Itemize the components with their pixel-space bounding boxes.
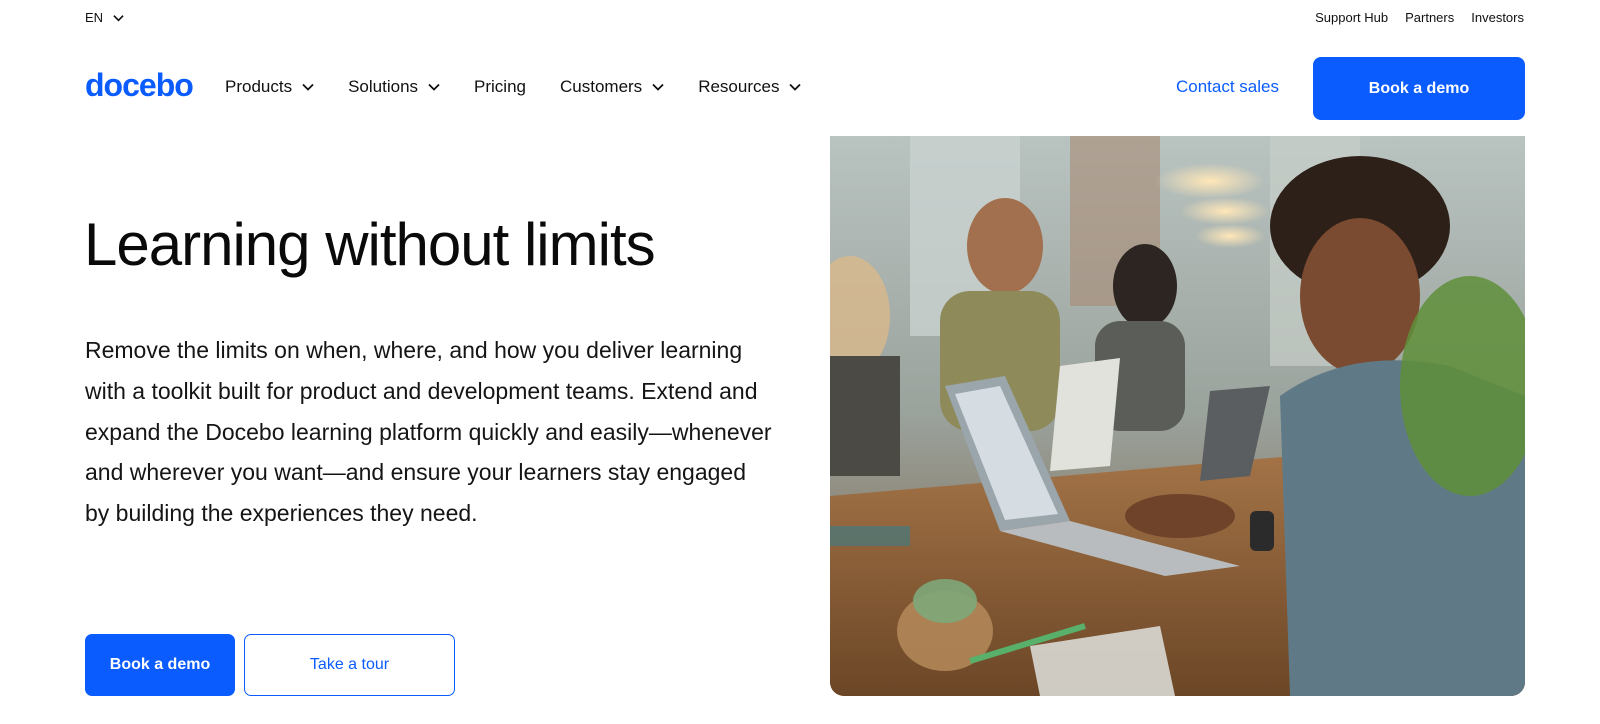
chevron-down-icon (302, 83, 314, 91)
nav-menu: Products Solutions Pricing Customers Res… (225, 77, 802, 97)
docebo-logo[interactable]: docebo (85, 67, 194, 104)
chevron-down-icon (113, 14, 124, 21)
hero-book-demo-button[interactable]: Book a demo (85, 634, 235, 696)
language-label: EN (85, 10, 104, 25)
hero-title: Learning without limits (84, 211, 656, 278)
language-selector[interactable]: EN (85, 10, 124, 25)
book-demo-button[interactable]: Book a demo (1313, 57, 1525, 120)
nav-item-label: Pricing (474, 77, 526, 96)
hero-description: Remove the limits on when, where, and ho… (85, 337, 772, 527)
nav-item-label: Customers (560, 77, 643, 96)
nav-item-customers[interactable]: Customers (560, 77, 664, 97)
people-with-laptops-illustration (830, 136, 1525, 696)
investors-link[interactable]: Investors (1471, 10, 1524, 25)
take-tour-button[interactable]: Take a tour (244, 634, 455, 696)
support-hub-link[interactable]: Support Hub (1315, 10, 1388, 25)
chevron-down-icon (428, 83, 440, 91)
partners-link[interactable]: Partners (1405, 10, 1454, 25)
nav-item-label: Resources (698, 77, 780, 96)
nav-item-resources[interactable]: Resources (698, 77, 802, 97)
main-navigation: docebo Products Solutions Pricing Custom… (0, 57, 1600, 120)
nav-item-label: Products (225, 77, 293, 96)
chevron-down-icon (652, 83, 664, 91)
contact-sales-link[interactable]: Contact sales (1176, 77, 1279, 97)
nav-item-solutions[interactable]: Solutions (348, 77, 440, 97)
nav-item-label: Solutions (348, 77, 419, 96)
nav-item-pricing[interactable]: Pricing (474, 77, 526, 97)
top-utility-bar: EN Support Hub Partners Investors (0, 0, 1600, 36)
hero-photo (830, 136, 1525, 696)
utility-links: Support Hub Partners Investors (1315, 10, 1524, 25)
chevron-down-icon (789, 83, 802, 91)
nav-item-products[interactable]: Products (225, 77, 314, 97)
